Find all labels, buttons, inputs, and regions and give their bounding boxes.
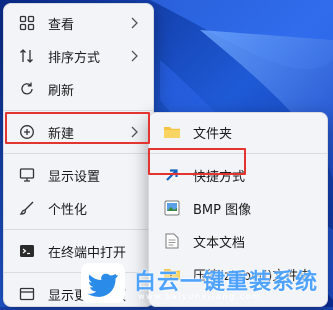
menu-item-sort[interactable]: 排序方式	[8, 40, 149, 72]
refresh-icon	[18, 80, 36, 98]
more-options-icon	[18, 285, 36, 303]
display-settings-icon	[18, 166, 36, 184]
highlight-box-new	[5, 112, 150, 144]
menu-separator	[4, 110, 153, 111]
submenu-item-zip-folder[interactable]: 压缩(zipped)文件夹	[153, 258, 323, 290]
menu-item-personalize[interactable]: 个性化	[8, 192, 149, 224]
menu-separator	[4, 272, 153, 273]
menu-item-label: 在终端中打开	[48, 245, 127, 261]
submenu-item-label: 文本文档	[193, 235, 246, 251]
menu-item-label: 刷新	[48, 83, 75, 99]
menu-item-display-settings[interactable]: 显示设置	[8, 159, 149, 191]
menu-item-show-more-options[interactable]: 显示更多选项	[8, 278, 149, 310]
view-grid-icon	[18, 14, 36, 32]
submenu-item-label: BMP 图像	[193, 202, 252, 218]
zip-folder-icon	[163, 265, 181, 283]
terminal-icon	[18, 242, 36, 260]
bmp-image-icon	[163, 199, 181, 217]
menu-item-label: 排序方式	[48, 50, 101, 66]
menu-item-label: 显示设置	[48, 169, 101, 185]
desktop-context-menu: 查看 排序方式 刷新 新建 显示设置 个性化 在终端中打开 显示更多选项	[3, 3, 154, 307]
menu-item-refresh[interactable]: 刷新	[8, 73, 149, 105]
menu-item-open-terminal[interactable]: 在终端中打开	[8, 235, 149, 267]
submenu-item-bmp-image[interactable]: BMP 图像	[153, 192, 323, 224]
chevron-right-icon	[131, 50, 138, 62]
chevron-right-icon	[131, 17, 138, 29]
menu-item-view[interactable]: 查看	[8, 7, 149, 39]
submenu-item-folder[interactable]: 文件夹	[153, 116, 323, 148]
menu-item-label: 个性化	[48, 202, 88, 218]
menu-item-label: 显示更多选项	[48, 288, 127, 304]
brush-icon	[18, 199, 36, 217]
sort-icon	[18, 47, 36, 65]
submenu-item-label: 文件夹	[193, 126, 233, 142]
menu-item-label: 查看	[48, 17, 75, 33]
text-document-icon	[163, 232, 181, 250]
submenu-item-label: 压缩(zipped)文件夹	[193, 268, 312, 284]
menu-separator	[4, 229, 153, 230]
folder-icon	[163, 123, 181, 141]
submenu-item-text-document[interactable]: 文本文档	[153, 225, 323, 257]
new-submenu: 文件夹 快捷方式 BMP 图像 文本文档 压缩(zipped)文件夹	[148, 112, 328, 307]
menu-separator	[4, 153, 153, 154]
highlight-box-shortcut	[148, 148, 246, 175]
